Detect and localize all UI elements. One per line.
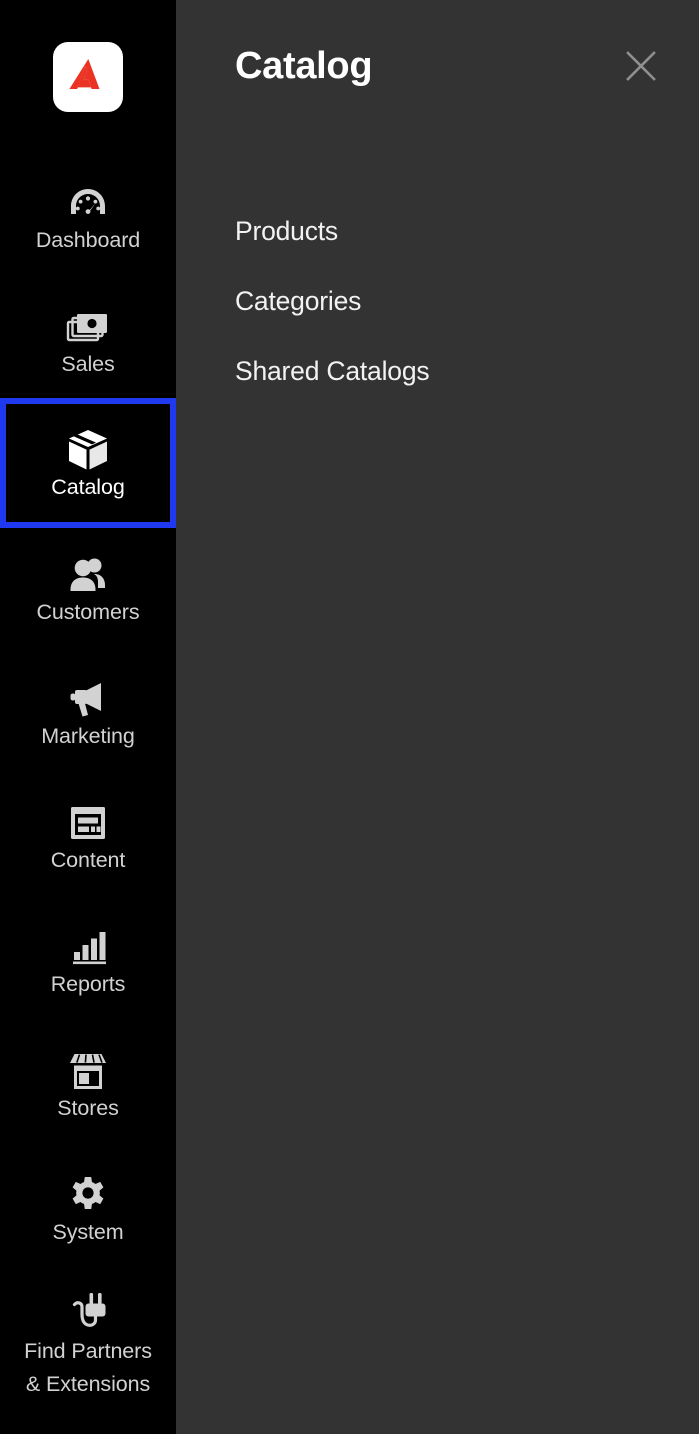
sidebar-item-label: Stores <box>57 1095 119 1120</box>
sidebar-item-label: Customers <box>36 599 140 624</box>
panel-header: Catalog <box>176 0 699 140</box>
users-icon <box>65 551 111 599</box>
bar-chart-icon <box>67 923 109 971</box>
sidebar-item-dashboard[interactable]: Dashboard <box>0 176 176 256</box>
close-button[interactable] <box>620 45 662 87</box>
sidebar-item-label: Content <box>50 847 126 872</box>
submenu-item-shared-catalogs[interactable]: Shared Catalogs <box>176 336 699 406</box>
logo-tile <box>53 42 123 112</box>
sidebar-item-sales[interactable]: Sales <box>0 300 176 380</box>
sidebar-item-label: Marketing <box>41 723 135 748</box>
sidebar-item-label-line1: Find Partners <box>24 1339 152 1363</box>
sidebar-item-system[interactable]: System <box>0 1168 176 1248</box>
catalog-flyout-panel: Catalog Products Categories Shared Catal… <box>176 0 699 1434</box>
gauge-icon <box>67 179 109 227</box>
main-sidebar: Dashboard Sales Catalog Customers Market… <box>0 0 176 1434</box>
submenu-item-categories[interactable]: Categories <box>176 266 699 336</box>
sidebar-item-content[interactable]: Content <box>0 796 176 876</box>
admin-shell: Dashboard Sales Catalog Customers Market… <box>0 0 699 1434</box>
sidebar-item-catalog[interactable]: Catalog <box>0 398 176 528</box>
plug-icon <box>64 1287 112 1335</box>
megaphone-icon <box>65 675 111 723</box>
close-icon <box>626 51 656 81</box>
adobe-a-mark-icon <box>69 59 100 89</box>
box-icon <box>65 426 111 474</box>
sidebar-item-label: Dashboard <box>35 227 141 252</box>
sidebar-item-marketing[interactable]: Marketing <box>0 672 176 752</box>
catalog-submenu: Products Categories Shared Catalogs <box>176 196 699 406</box>
submenu-item-products[interactable]: Products <box>176 196 699 266</box>
page-title: Catalog <box>235 45 373 87</box>
sidebar-item-label: System <box>52 1219 124 1244</box>
gear-icon <box>67 1171 109 1219</box>
adobe-commerce-logo[interactable] <box>53 42 123 112</box>
sidebar-item-stores[interactable]: Stores <box>0 1044 176 1124</box>
sidebar-item-customers[interactable]: Customers <box>0 548 176 628</box>
sidebar-item-label: Find Partners & Extensions <box>24 1335 152 1401</box>
page-layout-icon <box>66 799 110 847</box>
money-stack-icon <box>65 303 111 351</box>
sidebar-item-reports[interactable]: Reports <box>0 920 176 1000</box>
sidebar-item-label: Catalog <box>51 474 125 499</box>
sidebar-item-label: Reports <box>50 971 126 996</box>
storefront-icon <box>66 1047 110 1095</box>
sidebar-item-label-line2: & Extensions <box>25 1372 151 1396</box>
sidebar-item-label: Sales <box>61 351 115 376</box>
sidebar-item-find-partners-extensions[interactable]: Find Partners & Extensions <box>0 1286 176 1402</box>
